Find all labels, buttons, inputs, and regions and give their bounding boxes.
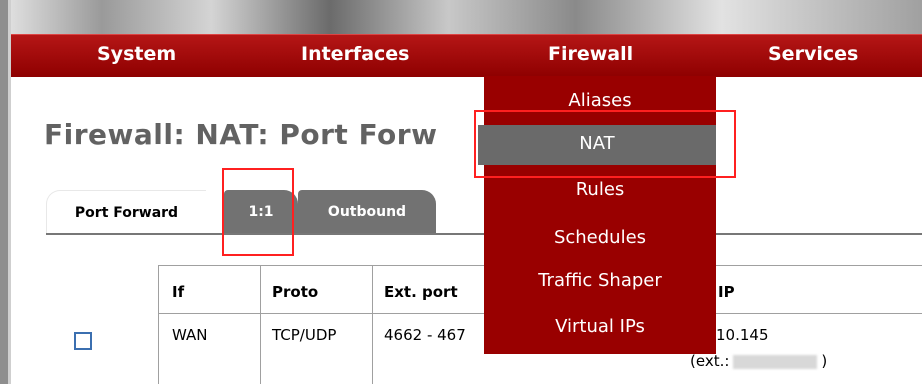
firewall-menu-aliases[interactable]: Aliases: [484, 90, 716, 111]
header-banner: [11, 0, 922, 34]
menu-firewall[interactable]: Firewall: [548, 43, 633, 65]
annotation-box-one-to-one: [222, 168, 294, 256]
column-header-ext-port[interactable]: Ext. port: [384, 283, 458, 301]
rule-select-checkbox[interactable]: [74, 332, 92, 350]
table-col-divider: [260, 265, 261, 384]
table-col-divider: [372, 265, 373, 384]
tab-outbound[interactable]: Outbound: [298, 190, 436, 234]
ext-ip-prefix: (ext.:: [690, 352, 730, 370]
column-header-if[interactable]: If: [172, 283, 184, 301]
table-col-divider: [158, 265, 159, 384]
main-menubar: System Interfaces Firewall Services: [11, 34, 922, 77]
cell-proto: TCP/UDP: [272, 326, 337, 344]
menu-system[interactable]: System: [97, 43, 176, 65]
redacted-ip: [733, 354, 818, 369]
menu-interfaces[interactable]: Interfaces: [301, 43, 409, 65]
firewall-menu-rules[interactable]: Rules: [484, 179, 716, 200]
ext-ip-suffix: ): [821, 352, 828, 370]
tab-port-forward[interactable]: Port Forward: [46, 190, 206, 234]
annotation-box-nat: [474, 110, 736, 178]
cell-external-ip: (ext.:): [690, 352, 827, 370]
menu-services[interactable]: Services: [768, 43, 858, 65]
column-header-proto[interactable]: Proto: [272, 283, 318, 301]
firewall-menu-virtual-ips[interactable]: Virtual IPs: [484, 316, 716, 337]
cell-internal-ip: 10.145: [716, 326, 769, 344]
page-title: Firewall: NAT: Port Forw: [44, 118, 438, 151]
column-header-ip[interactable]: IP: [718, 283, 735, 301]
window-edge: [0, 0, 8, 384]
firewall-menu-schedules[interactable]: Schedules: [484, 227, 716, 248]
cell-interface: WAN: [172, 326, 208, 344]
firewall-menu-traffic-shaper[interactable]: Traffic Shaper: [484, 270, 716, 291]
cell-ext-port: 4662 - 467: [384, 326, 466, 344]
